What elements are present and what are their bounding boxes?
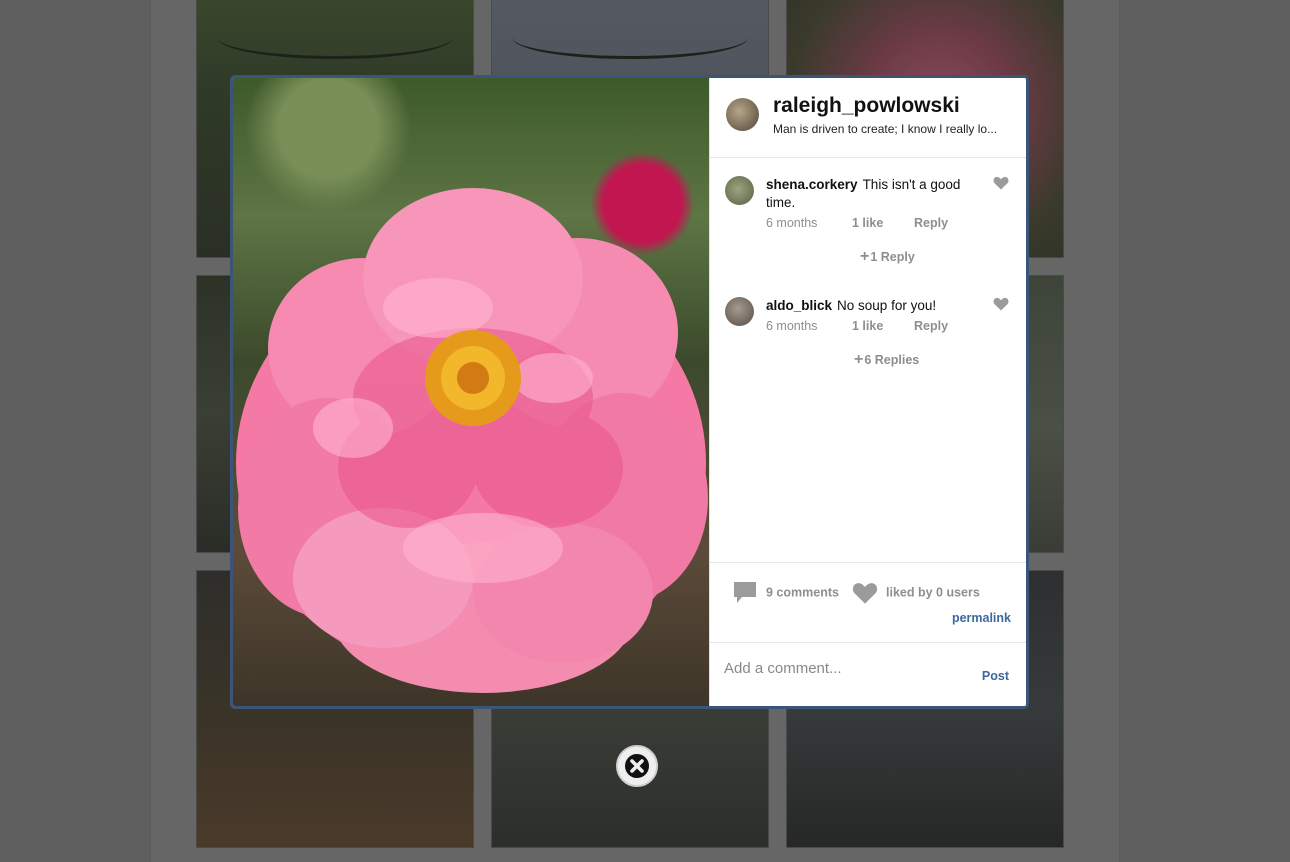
comment-likes[interactable]: 1 like: [852, 216, 883, 230]
post-stats: 9 comments liked by 0 users permalink: [710, 562, 1026, 642]
roof-silhouette: [217, 16, 453, 59]
commenter-avatar[interactable]: [725, 297, 754, 326]
view-replies-link[interactable]: +6 Replies: [854, 351, 919, 369]
permalink-link[interactable]: permalink: [952, 611, 1011, 625]
comment-author[interactable]: aldo_blick: [766, 298, 832, 313]
plus-icon: +: [860, 248, 870, 265]
likes-count[interactable]: liked by 0 users: [852, 581, 980, 605]
add-comment-form: Post: [710, 642, 1026, 706]
close-icon: [625, 754, 649, 778]
poster-bio: Man is driven to create; I know I really…: [773, 122, 998, 136]
heart-icon[interactable]: [993, 176, 1011, 192]
plus-icon: +: [854, 351, 864, 368]
replies-count: 6 Replies: [864, 353, 920, 367]
comment-body: shena.corkery This isn't a good time.: [766, 176, 988, 212]
commenter-avatar[interactable]: [725, 176, 754, 205]
comment-time: 6 months: [766, 319, 818, 333]
peony-flower-image: [236, 188, 708, 693]
post-details-panel: raleigh_powlowski Man is driven to creat…: [709, 78, 1026, 706]
view-replies-link[interactable]: +1 Reply: [860, 248, 915, 266]
poster-username[interactable]: raleigh_powlowski: [773, 94, 960, 118]
reply-button[interactable]: Reply: [914, 319, 948, 333]
roof-silhouette: [512, 16, 748, 59]
post-modal: raleigh_powlowski Man is driven to creat…: [230, 75, 1029, 709]
reply-button[interactable]: Reply: [914, 216, 948, 230]
comments-count-label: 9 comments: [766, 585, 839, 600]
comment-author[interactable]: shena.corkery: [766, 177, 858, 192]
heart-icon[interactable]: [993, 297, 1011, 313]
post-header: raleigh_powlowski Man is driven to creat…: [710, 78, 1026, 158]
likes-count-label: liked by 0 users: [886, 585, 980, 600]
comments-count[interactable]: 9 comments: [732, 581, 839, 605]
close-button[interactable]: [616, 745, 658, 787]
replies-count: 1 Reply: [870, 250, 915, 264]
comment-text: No soup for you!: [837, 298, 937, 313]
poster-avatar[interactable]: [726, 98, 759, 131]
comment-likes[interactable]: 1 like: [852, 319, 883, 333]
post-photo: [233, 78, 709, 706]
comment-input[interactable]: [722, 655, 956, 681]
comment-body: aldo_blick No soup for you!: [766, 297, 988, 315]
comment-icon: [734, 582, 756, 603]
heart-icon: [852, 583, 878, 604]
comment-time: 6 months: [766, 216, 818, 230]
post-button[interactable]: Post: [982, 669, 1009, 683]
